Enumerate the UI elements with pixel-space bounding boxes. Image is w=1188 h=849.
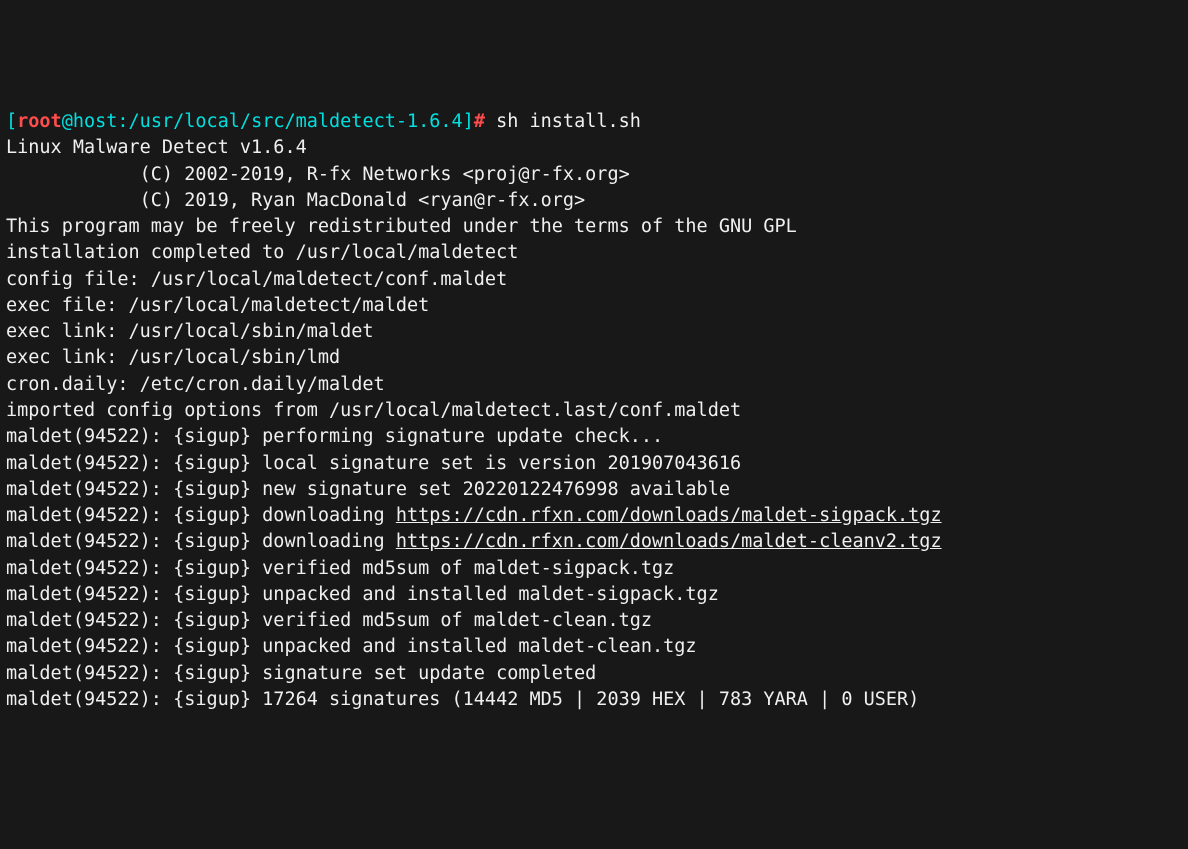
prompt-cwd: /usr/local/src/maldetect-1.6.4 <box>129 111 463 132</box>
prompt-open-bracket: [ <box>6 111 17 132</box>
output-line: maldet(94522): {sigup} performing signat… <box>6 424 1182 450</box>
output-line: cron.daily: /etc/cron.daily/maldet <box>6 372 1182 398</box>
output-line: Linux Malware Detect v1.6.4 <box>6 135 1182 161</box>
prompt-at: @ <box>62 111 73 132</box>
download-url-link[interactable]: https://cdn.rfxn.com/downloads/maldet-cl… <box>396 531 942 552</box>
download-line: maldet(94522): {sigup} downloading https… <box>6 503 1182 529</box>
prompt-line[interactable]: [root@host:/usr/local/src/maldetect-1.6.… <box>6 109 1182 135</box>
output-line: imported config options from /usr/local/… <box>6 398 1182 424</box>
output-line: exec link: /usr/local/sbin/maldet <box>6 319 1182 345</box>
output-line: maldet(94522): {sigup} local signature s… <box>6 451 1182 477</box>
output-line: exec file: /usr/local/maldetect/maldet <box>6 293 1182 319</box>
download-prefix: maldet(94522): {sigup} downloading <box>6 505 396 526</box>
prompt-close-bracket: ] <box>463 111 474 132</box>
output-line: installation completed to /usr/local/mal… <box>6 240 1182 266</box>
download-url-link[interactable]: https://cdn.rfxn.com/downloads/maldet-si… <box>396 505 942 526</box>
download-prefix: maldet(94522): {sigup} downloading <box>6 531 396 552</box>
output-line: maldet(94522): {sigup} verified md5sum o… <box>6 608 1182 634</box>
output-line: config file: /usr/local/maldetect/conf.m… <box>6 267 1182 293</box>
output-line: maldet(94522): {sigup} verified md5sum o… <box>6 556 1182 582</box>
prompt-host: host <box>73 111 118 132</box>
output-line: maldet(94522): {sigup} new signature set… <box>6 477 1182 503</box>
output-line: exec link: /usr/local/sbin/lmd <box>6 345 1182 371</box>
prompt-user: root <box>17 111 62 132</box>
output-line: (C) 2019, Ryan MacDonald <ryan@r-fx.org> <box>6 188 1182 214</box>
prompt-colon: : <box>117 111 128 132</box>
output-line: (C) 2002-2019, R-fx Networks <proj@r-fx.… <box>6 162 1182 188</box>
output-line: maldet(94522): {sigup} 17264 signatures … <box>6 687 1182 713</box>
output-line: maldet(94522): {sigup} unpacked and inst… <box>6 634 1182 660</box>
output-line: This program may be freely redistributed… <box>6 214 1182 240</box>
download-line: maldet(94522): {sigup} downloading https… <box>6 529 1182 555</box>
prompt-hash: # <box>474 111 485 132</box>
output-line: maldet(94522): {sigup} signature set upd… <box>6 661 1182 687</box>
command-text: sh install.sh <box>485 111 641 132</box>
output-line: maldet(94522): {sigup} unpacked and inst… <box>6 582 1182 608</box>
